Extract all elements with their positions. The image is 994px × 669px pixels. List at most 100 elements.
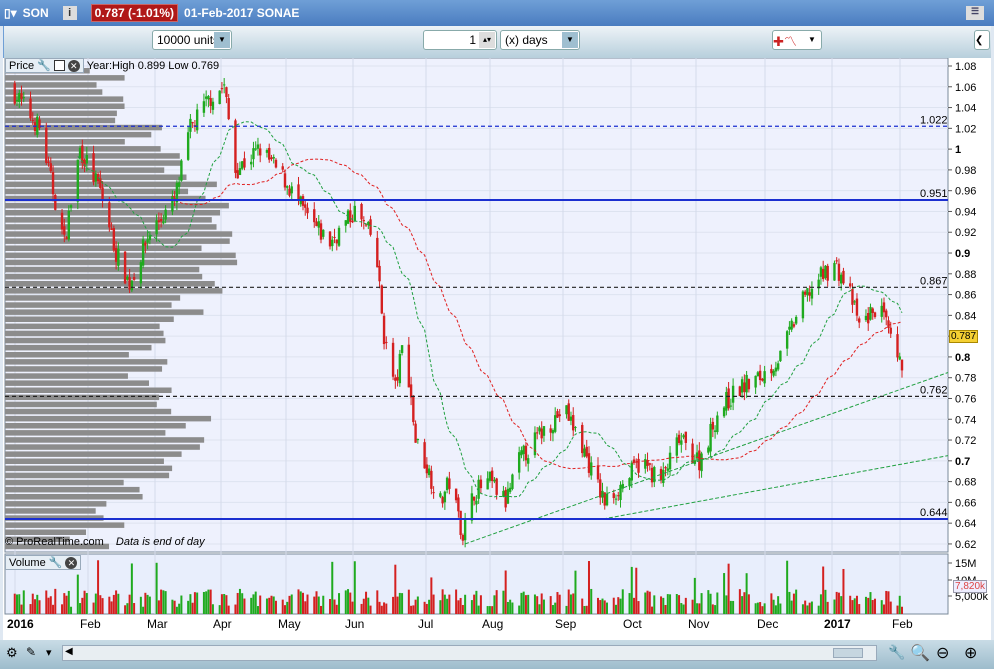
volume-bar bbox=[889, 601, 892, 614]
candle bbox=[794, 316, 798, 324]
volume-profile-bar bbox=[5, 437, 205, 443]
volume-bar bbox=[853, 598, 856, 614]
candle bbox=[148, 235, 152, 241]
volume-bar bbox=[362, 598, 365, 614]
zoom-in-icon[interactable]: ⊕ bbox=[964, 643, 977, 663]
candle bbox=[432, 492, 435, 494]
title-bar: ▯▾ SON i 0.787 (-1.01%) 01-Feb-2017 SONA… bbox=[0, 0, 994, 26]
year-high-low: Year:High 0.899 Low 0.769 bbox=[86, 59, 220, 72]
candle bbox=[463, 519, 467, 541]
candle bbox=[729, 405, 733, 407]
menu-icon[interactable]: ☰ bbox=[966, 6, 984, 20]
candle bbox=[99, 178, 102, 188]
info-icon[interactable]: i bbox=[62, 6, 77, 20]
wrench-icon[interactable]: 🔧 bbox=[49, 556, 63, 569]
dropdown-icon[interactable]: ▾ bbox=[46, 646, 52, 659]
volume-bar bbox=[448, 594, 451, 614]
candle bbox=[128, 277, 131, 290]
volume-bar bbox=[502, 590, 505, 614]
volume-bar bbox=[491, 606, 494, 614]
units-select[interactable]: 10000 units ▼ bbox=[152, 30, 232, 50]
zoom-fit-icon[interactable]: 🔍 bbox=[910, 643, 930, 663]
candle bbox=[612, 493, 615, 499]
candle bbox=[45, 127, 48, 163]
scroll-left-icon[interactable]: ◀ bbox=[65, 646, 73, 657]
wrench-icon[interactable]: 🔧 bbox=[37, 59, 51, 72]
volume-bar bbox=[94, 593, 97, 614]
panel-toggle-button[interactable]: ❮ bbox=[974, 30, 990, 50]
candle bbox=[272, 157, 275, 159]
zoom-out-icon[interactable]: ⊖ bbox=[936, 643, 949, 663]
volume-bar bbox=[351, 601, 354, 614]
volume-bar bbox=[47, 597, 50, 614]
volume-bar bbox=[896, 605, 899, 614]
volume-profile-bar bbox=[5, 110, 117, 117]
chart-settings-icon[interactable]: ⚙ bbox=[6, 645, 18, 661]
current-price-marker: 0.787 bbox=[949, 330, 979, 343]
chart-area[interactable]: 1.08 1.06 1.04 1.02 1 0.98 0.96 0.94 0.92 0.9 0.88… bbox=[3, 57, 991, 642]
candle bbox=[508, 487, 512, 492]
volume-bar bbox=[380, 605, 383, 614]
volume-bar bbox=[180, 595, 183, 614]
price-chart[interactable]: 1.08 1.06 1.04 1.02 1 0.98 0.96 0.94 0.92 0.9 0.88… bbox=[3, 57, 991, 642]
volume-bar bbox=[678, 595, 681, 614]
candle bbox=[747, 378, 751, 390]
volume-bar bbox=[527, 594, 530, 614]
volume-bar bbox=[732, 600, 735, 614]
volume-bar bbox=[173, 600, 176, 614]
close-icon[interactable]: ✕ bbox=[67, 59, 80, 72]
period-input[interactable]: 1 ▴▾ bbox=[423, 30, 497, 50]
y-tick-label: 0.62 bbox=[955, 539, 976, 551]
indicators-button[interactable]: ✚〽 ▼ bbox=[772, 30, 822, 50]
volume-profile-bar bbox=[5, 423, 186, 429]
candlestick-icon[interactable]: ▯▾ bbox=[4, 6, 17, 20]
volume-profile-bar bbox=[5, 266, 200, 273]
volume-bar bbox=[788, 591, 791, 614]
volume-bar bbox=[849, 595, 852, 614]
candle bbox=[369, 219, 372, 235]
candle bbox=[758, 370, 762, 381]
y-tick-label: 0.96 bbox=[955, 186, 976, 198]
time-scrollbar[interactable]: ◀ bbox=[62, 645, 877, 661]
candle bbox=[488, 471, 492, 481]
candle bbox=[108, 202, 111, 228]
ticker[interactable]: SON bbox=[23, 6, 49, 20]
volume-bar bbox=[635, 567, 638, 614]
volume-profile-bar bbox=[5, 337, 166, 344]
candle bbox=[15, 99, 19, 102]
candle bbox=[448, 478, 451, 489]
volume-profile-bar bbox=[5, 387, 172, 393]
scrollbar-thumb[interactable] bbox=[833, 648, 863, 658]
volume-bar bbox=[274, 600, 277, 614]
window-icon[interactable] bbox=[53, 60, 65, 71]
candle bbox=[191, 122, 194, 124]
candle bbox=[189, 118, 192, 132]
candle bbox=[344, 220, 347, 226]
candle bbox=[65, 236, 68, 240]
stepper-icon[interactable]: ▴▾ bbox=[479, 32, 495, 48]
volume-bar bbox=[558, 594, 561, 614]
volume-bar bbox=[887, 591, 890, 614]
volume-profile-bar bbox=[5, 501, 107, 507]
y-tick-label: 0.86 bbox=[955, 290, 976, 302]
close-icon[interactable]: ✕ bbox=[65, 556, 78, 569]
drawing-tools-icon[interactable]: ✎ bbox=[26, 645, 36, 659]
candle bbox=[114, 248, 118, 262]
indicator-settings-icon[interactable]: 🔧 bbox=[888, 644, 905, 661]
price-panel-header: Price 🔧 ✕ Year:High 0.899 Low 0.769 bbox=[5, 58, 219, 73]
candle bbox=[461, 535, 465, 541]
candle bbox=[826, 265, 829, 281]
volume-profile-bar bbox=[5, 373, 128, 379]
candle bbox=[92, 153, 95, 183]
candle bbox=[186, 132, 190, 160]
volume-profile-bar bbox=[5, 103, 125, 109]
period-unit-select[interactable]: (x) days ▼ bbox=[500, 30, 580, 50]
volume-bar bbox=[394, 564, 397, 614]
candle bbox=[709, 423, 712, 452]
volume-bar bbox=[369, 605, 372, 614]
candle bbox=[222, 84, 226, 86]
candle bbox=[792, 324, 796, 327]
candle bbox=[871, 308, 874, 313]
candle bbox=[353, 205, 356, 221]
candle bbox=[394, 377, 397, 381]
